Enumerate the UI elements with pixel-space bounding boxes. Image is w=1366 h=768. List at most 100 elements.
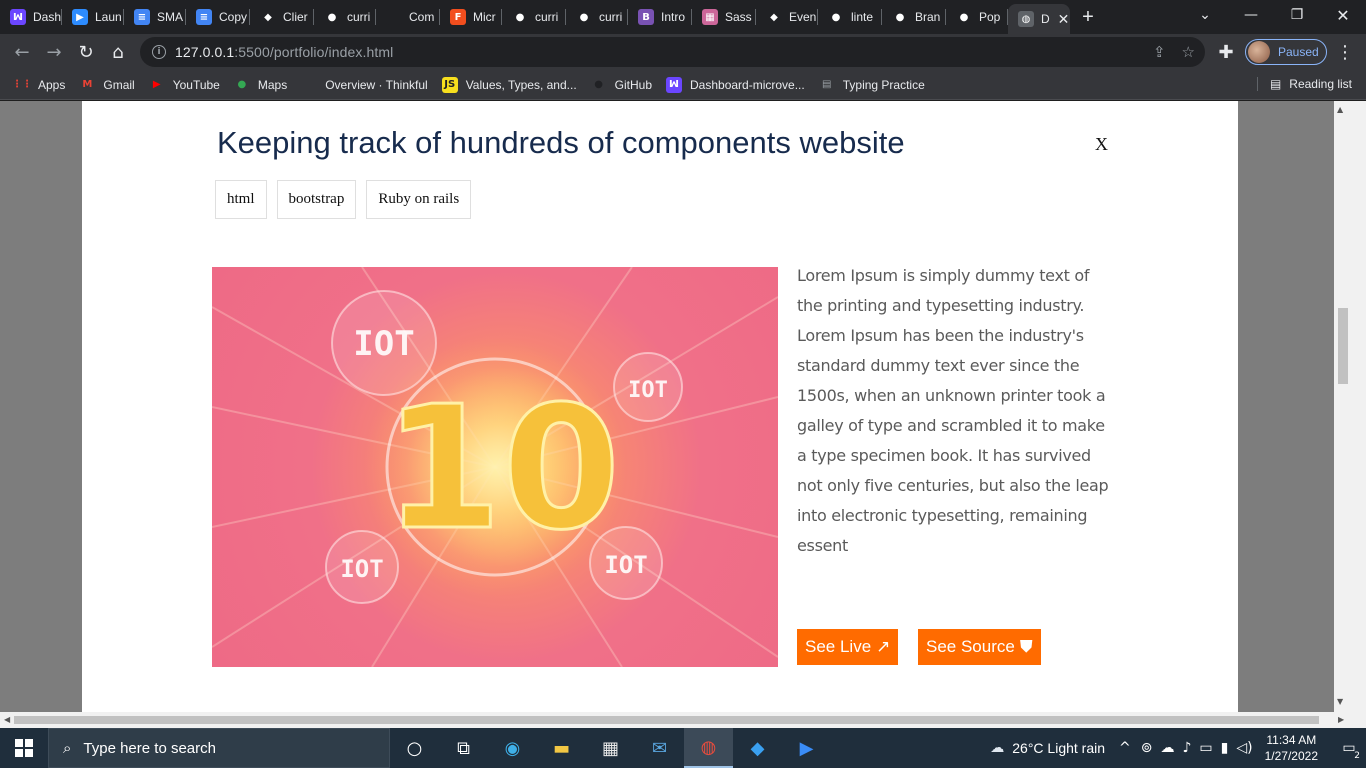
task-view-icon[interactable]: ⧉: [439, 728, 488, 768]
bookmark-item[interactable]: ● GitHub: [591, 77, 652, 93]
new-tab-button[interactable]: +: [1070, 0, 1106, 34]
bookmark-item[interactable]: ● Maps: [234, 77, 287, 93]
vertical-scrollbar[interactable]: ▲ ▼: [1334, 101, 1350, 712]
tab-item[interactable]: ≡ Copy: [186, 0, 250, 34]
scroll-down-icon[interactable]: ▼: [1337, 697, 1343, 706]
tab-item[interactable]: ◆ Clier: [250, 0, 314, 34]
tab-item[interactable]: ≡ SMA: [124, 0, 186, 34]
vscode-icon[interactable]: ◆: [733, 728, 782, 768]
horizontal-scroll-thumb[interactable]: [14, 716, 1319, 724]
tab-label: curri: [599, 10, 623, 24]
tab-item[interactable]: F Micr: [440, 0, 502, 34]
horizontal-scrollbar[interactable]: ◀ ▶: [0, 712, 1350, 728]
site-info-icon[interactable]: i: [152, 45, 166, 59]
tab-item[interactable]: ꟽ Dash: [0, 0, 62, 34]
chrome-icon[interactable]: ◍: [684, 728, 733, 768]
edge-icon[interactable]: ◉: [488, 728, 537, 768]
url-text[interactable]: 127.0.0.1:5500/portfolio/index.html: [175, 44, 393, 60]
back-button[interactable]: ←: [6, 36, 38, 68]
weather-text[interactable]: 26°C Light rain: [1012, 740, 1105, 756]
bookmark-item[interactable]: ꟽ Dashboard-microve...: [666, 76, 805, 93]
reload-button[interactable]: ↻: [70, 36, 102, 68]
scrollbar-gutter: [1350, 101, 1366, 728]
network-icon[interactable]: ▭: [1199, 740, 1212, 756]
microphone-icon[interactable]: ♪: [1182, 740, 1191, 756]
ten-number: 10: [384, 370, 621, 568]
bookmark-star-icon[interactable]: ☆: [1182, 43, 1195, 61]
close-tab-icon[interactable]: ✕: [1058, 11, 1070, 28]
bookmark-label: YouTube: [172, 77, 220, 92]
menu-icon[interactable]: ⋮: [1329, 36, 1361, 68]
browser-toolbar: ← → ↻ ⌂ i 127.0.0.1:5500/portfolio/index…: [0, 34, 1366, 70]
mail-icon[interactable]: ✉: [635, 728, 684, 768]
volume-icon[interactable]: ◁): [1236, 740, 1252, 756]
tab-item[interactable]: ● linte: [818, 0, 882, 34]
reading-list-button[interactable]: ▤ Reading list: [1256, 77, 1352, 91]
close-modal-button[interactable]: X: [1095, 134, 1108, 155]
address-bar[interactable]: i 127.0.0.1:5500/portfolio/index.html ⇪ …: [140, 37, 1205, 67]
cortana-icon[interactable]: ○: [390, 728, 439, 768]
tab-item[interactable]: ◆ Even: [756, 0, 818, 34]
tab-label: Copy: [219, 10, 248, 24]
tab-list: ꟽ Dash ▶ Laun ≡ SMA ≡ Copy ◆ Clier ● curri Com F Micr ●…: [0, 0, 1070, 34]
tab-item[interactable]: ▦ Sass: [692, 0, 756, 34]
tab-item[interactable]: ● Pop: [946, 0, 1008, 34]
external-link-icon: ↗: [876, 637, 891, 656]
tab-item[interactable]: ● curri: [566, 0, 628, 34]
see-live-button[interactable]: See Live ↗: [797, 629, 899, 665]
tab-item[interactable]: B Intro: [628, 0, 692, 34]
iot-illustration: IOT IOT IOT IOT 10: [212, 267, 778, 667]
notifications-button[interactable]: ▭ 2: [1332, 728, 1366, 768]
tab-item[interactable]: Com: [376, 0, 440, 34]
share-icon[interactable]: ⇪: [1153, 43, 1166, 61]
tab-item[interactable]: ▶ Laun: [62, 0, 124, 34]
vertical-scroll-thumb[interactable]: [1338, 308, 1348, 384]
reading-list-icon: ▤: [1269, 77, 1282, 91]
tab-search-icon[interactable]: ⌄: [1182, 0, 1228, 30]
bookmark-item[interactable]: M Gmail: [79, 77, 134, 93]
tab-label: curri: [535, 10, 559, 24]
project-modal: Keeping track of hundreds of components …: [82, 101, 1238, 712]
bookmark-label: Typing Practice: [842, 77, 925, 92]
profile-status: Paused: [1278, 45, 1319, 59]
home-button[interactable]: ⌂: [102, 36, 134, 68]
scroll-right-icon[interactable]: ▶: [1338, 715, 1344, 724]
profile-button[interactable]: Paused: [1245, 39, 1327, 65]
maximize-button[interactable]: ❐: [1274, 0, 1320, 30]
bookmark-item[interactable]: ▶ YouTube: [149, 77, 220, 93]
tray-app-icon[interactable]: ⊚: [1141, 740, 1153, 756]
tab-item[interactable]: ● curri: [314, 0, 376, 34]
tab-active[interactable]: ◍ D ✕: [1008, 4, 1070, 34]
bookmark-label: Values, Types, and...: [465, 77, 577, 92]
file-explorer-icon[interactable]: ▬: [537, 728, 586, 768]
bookmark-item[interactable]: ⋮⋮ Apps: [12, 77, 65, 93]
scroll-left-icon[interactable]: ◀: [4, 715, 10, 724]
taskbar-search[interactable]: ⌕ Type here to search: [48, 728, 390, 768]
tab-label: D: [1041, 12, 1050, 26]
minimize-button[interactable]: —: [1228, 0, 1274, 30]
tab-item[interactable]: ● curri: [502, 0, 566, 34]
battery-icon[interactable]: ▮: [1221, 740, 1229, 756]
tab-favicon-icon: ▦: [702, 9, 718, 25]
bookmark-item[interactable]: ▤ Typing Practice: [819, 77, 925, 93]
project-image: IOT IOT IOT IOT 10: [212, 267, 778, 667]
start-button[interactable]: [0, 728, 48, 768]
close-window-button[interactable]: ✕: [1320, 0, 1366, 30]
forward-button[interactable]: →: [38, 36, 70, 68]
tab-favicon-icon: ●: [956, 9, 972, 25]
extensions-icon[interactable]: ✚: [1210, 36, 1242, 68]
tab-item[interactable]: ● Bran: [882, 0, 946, 34]
bookmark-item[interactable]: Overview · Thinkful: [301, 77, 427, 93]
tab-label: Bran: [915, 10, 941, 24]
typing-icon: ▤: [822, 79, 832, 90]
onedrive-icon[interactable]: ☁: [1160, 740, 1174, 756]
chevron-up-icon[interactable]: ^: [1119, 740, 1131, 756]
bookmark-item[interactable]: JS Values, Types, and...: [441, 76, 577, 93]
tab-label: Even: [789, 10, 817, 24]
scroll-up-icon[interactable]: ▲: [1337, 105, 1343, 114]
zoom-icon[interactable]: ▶: [782, 728, 831, 768]
bookmark-label: GitHub: [614, 77, 653, 92]
store-icon[interactable]: ▦: [586, 728, 635, 768]
see-source-button[interactable]: See Source ⛊: [918, 629, 1041, 665]
clock[interactable]: 11:34 AM 1/27/2022: [1265, 732, 1318, 764]
